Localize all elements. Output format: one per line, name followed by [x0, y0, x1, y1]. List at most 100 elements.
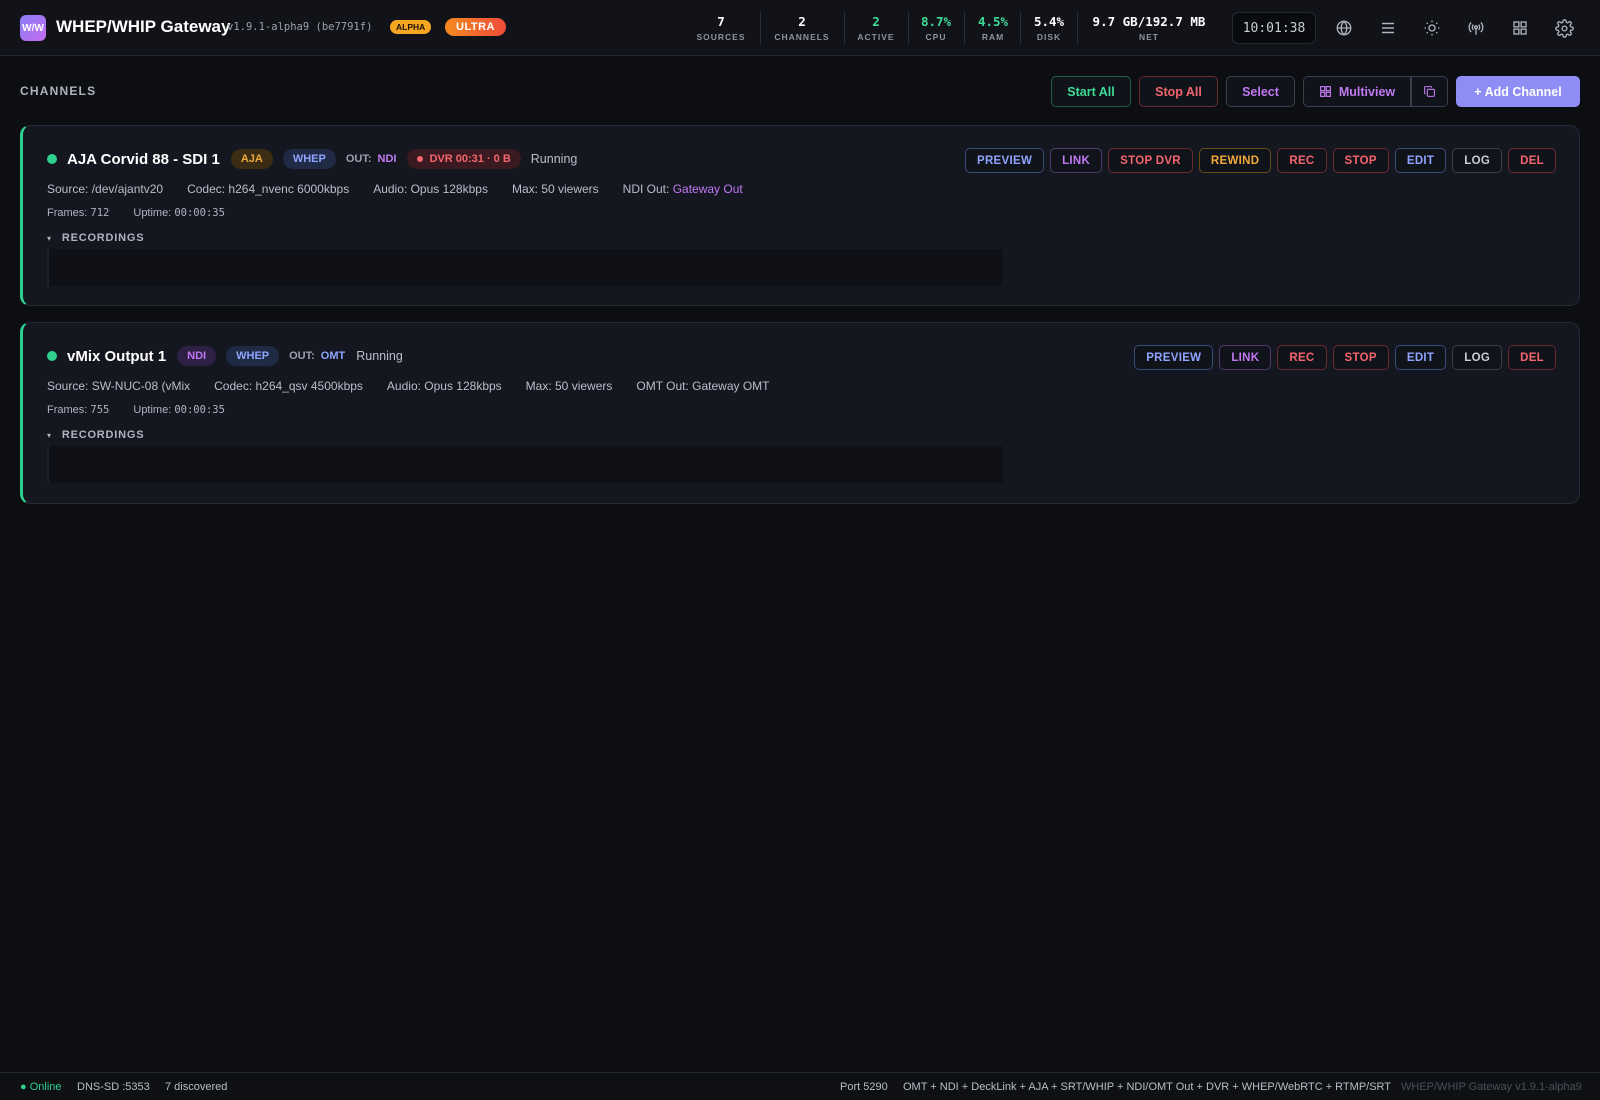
stat-label: CHANNELS [774, 32, 830, 42]
app-title: WHEP/WHIP Gateway [56, 17, 231, 36]
channel-source: Source: SW-NUC-08 (vMix [47, 379, 191, 393]
sun-icon[interactable] [1418, 14, 1446, 42]
channel-source: Source: /dev/ajantv20 [47, 182, 164, 196]
channel-metrics: Frames: 712 Uptime: 00:00:35 [47, 207, 249, 219]
channel-status: Running [530, 152, 578, 166]
port-info: Port 5290 [840, 1081, 888, 1093]
stop-button[interactable]: STOP [1332, 345, 1389, 370]
dvr-badge: DVR 00:31 · 0 B [407, 149, 521, 169]
stat-active: 2 ACTIVE [852, 10, 900, 46]
feature-list: OMT + NDI + DeckLink + AJA + SRT/WHIP + … [903, 1081, 1392, 1093]
stat-value: 8.7% [920, 14, 952, 29]
stat-label: SOURCES [696, 32, 746, 42]
stop-button[interactable]: STOP [1332, 148, 1389, 173]
menu-icon[interactable] [1374, 14, 1402, 42]
stat-ram: 4.5% RAM [970, 10, 1016, 46]
app-logo: W/W [20, 15, 46, 41]
stop-dvr-button[interactable]: STOP DVR [1108, 148, 1193, 173]
out-value: NDI [377, 153, 397, 165]
channel-actions: PREVIEW LINK REC STOP EDIT LOG DEL [1134, 345, 1556, 370]
recordings-toggle[interactable]: ▾ RECORDINGS [47, 232, 144, 244]
stat-cpu: 8.7% CPU [914, 10, 958, 46]
recordings-label: RECORDINGS [61, 232, 145, 244]
channel-output: NDI Out: Gateway Out [623, 182, 743, 196]
rewind-button[interactable]: REWIND [1198, 148, 1272, 173]
protocol-badge: WHEP [282, 149, 336, 169]
stat-label: NET [1139, 32, 1159, 42]
gear-icon[interactable] [1550, 14, 1578, 42]
record-dot-icon [417, 156, 424, 162]
frames-value: 755 [90, 404, 110, 416]
input-badge: AJA [230, 149, 273, 169]
channel-codec: Codec: h264_qsv 4500kbps [214, 379, 363, 393]
add-channel-button[interactable]: + Add Channel [1456, 76, 1580, 107]
stat-value: 2 [798, 14, 806, 29]
preview-button[interactable]: PREVIEW [964, 148, 1045, 173]
stat-value: 5.4% [1033, 14, 1065, 29]
channel-status: Running [356, 349, 403, 363]
recordings-list [47, 446, 1003, 483]
ultra-badge: ULTRA [445, 18, 506, 36]
top-header: W/W WHEP/WHIP Gateway v1.9.1-alpha9 (be7… [0, 0, 1600, 56]
stat-value: 2 [872, 14, 880, 29]
multiview-button[interactable]: Multiview [1303, 76, 1411, 107]
uptime-value: 00:00:35 [174, 207, 225, 219]
preview-button[interactable]: PREVIEW [1134, 345, 1214, 370]
recordings-list [47, 249, 1003, 286]
status-dot [47, 351, 57, 361]
multiview-grid-icon [1319, 85, 1332, 98]
recordings-label: RECORDINGS [61, 429, 145, 441]
select-button[interactable]: Select [1226, 76, 1295, 107]
stat-value: 4.5% [977, 14, 1009, 29]
stat-divider [1077, 12, 1078, 44]
online-status: ● Online [20, 1081, 62, 1093]
status-footer: ● Online DNS-SD :5353 7 discovered Port … [0, 1072, 1600, 1100]
stat-value: 7 [717, 14, 725, 29]
stat-divider [908, 12, 909, 44]
stat-divider [844, 12, 845, 44]
footer-version: WHEP/WHIP Gateway v1.9.1-alpha9 [1401, 1081, 1582, 1093]
stat-divider [760, 12, 761, 44]
output-label: NDI Out: [622, 182, 670, 196]
chevron-down-icon: ▾ [47, 233, 52, 243]
channel-card: vMix Output 1 NDI WHEP OUT: OMT Running … [20, 322, 1580, 504]
start-all-button[interactable]: Start All [1051, 76, 1131, 107]
copy-button[interactable] [1411, 76, 1448, 107]
log-button[interactable]: LOG [1452, 148, 1503, 173]
out-label: OUT: [345, 153, 372, 165]
edit-button[interactable]: EDIT [1394, 345, 1447, 370]
rec-button[interactable]: REC [1277, 345, 1327, 370]
grid-icon[interactable] [1506, 14, 1534, 42]
channel-details: Source: /dev/ajantv20 Codec: h264_nvenc … [47, 182, 767, 196]
frames-metric: Frames: 755 [47, 404, 109, 416]
stat-sources: 7 SOURCES [693, 10, 749, 46]
stat-label: CPU [925, 32, 947, 42]
status-dot [47, 154, 57, 164]
stop-all-button[interactable]: Stop All [1139, 76, 1218, 107]
copy-icon [1423, 85, 1436, 98]
recordings-toggle[interactable]: ▾ RECORDINGS [47, 429, 144, 441]
channel-header: vMix Output 1 NDI WHEP OUT: OMT Running [47, 345, 403, 367]
link-button[interactable]: LINK [1219, 345, 1272, 370]
edit-button[interactable]: EDIT [1394, 148, 1447, 173]
chevron-down-icon: ▾ [47, 430, 52, 440]
stat-disk: 5.4% DISK [1026, 10, 1072, 46]
dns-sd-status: DNS-SD :5353 [77, 1081, 150, 1093]
rec-button[interactable]: REC [1277, 148, 1327, 173]
globe-icon[interactable] [1330, 14, 1358, 42]
output-name: Gateway Out [672, 182, 743, 196]
app-version: v1.9.1-alpha9 (be7791f) [227, 21, 373, 33]
frames-metric: Frames: 712 [47, 207, 109, 219]
channel-name: AJA Corvid 88 - SDI 1 [67, 150, 220, 168]
broadcast-icon[interactable] [1462, 14, 1490, 42]
frames-value: 712 [90, 207, 110, 219]
link-button[interactable]: LINK [1050, 148, 1103, 173]
uptime-value: 00:00:35 [174, 404, 225, 416]
log-button[interactable]: LOG [1452, 345, 1503, 370]
frames-label: Frames: [47, 404, 88, 416]
delete-button[interactable]: DEL [1508, 148, 1556, 173]
delete-button[interactable]: DEL [1508, 345, 1556, 370]
channel-codec: Codec: h264_nvenc 6000kbps [187, 182, 350, 196]
channel-output: OMT Out: Gateway OMT [636, 379, 770, 393]
uptime-metric: Uptime: 00:00:35 [133, 207, 225, 219]
